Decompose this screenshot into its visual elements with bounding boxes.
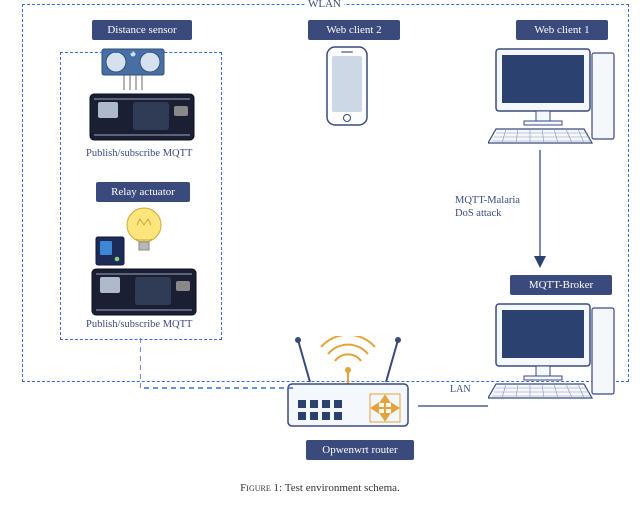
attack-label-1: MQTT-Malaria <box>455 195 520 206</box>
figure-caption: Figure 1: Test environment schema. <box>0 482 640 494</box>
mqtt-broker-pc-icon <box>488 300 618 400</box>
attack-arrow <box>520 150 560 270</box>
distance-sensor-label: Distance sensor <box>92 20 192 40</box>
web-client-1-label: Web client 1 <box>516 20 608 40</box>
router-icon <box>278 336 418 432</box>
web-client-2-label: Web client 2 <box>308 20 400 40</box>
attack-label-2: DoS attack <box>455 208 501 219</box>
openwrt-router-label: Opwenwrt router <box>306 440 414 460</box>
web-client-1-pc-icon <box>488 45 618 145</box>
mqtt-broker-label: MQTT-Broker <box>510 275 612 295</box>
sensor-group-box <box>60 52 222 340</box>
lan-label: LAN <box>450 384 471 395</box>
lan-line <box>418 398 488 400</box>
phone-icon <box>325 45 369 127</box>
wlan-title: WLAN <box>305 0 344 10</box>
